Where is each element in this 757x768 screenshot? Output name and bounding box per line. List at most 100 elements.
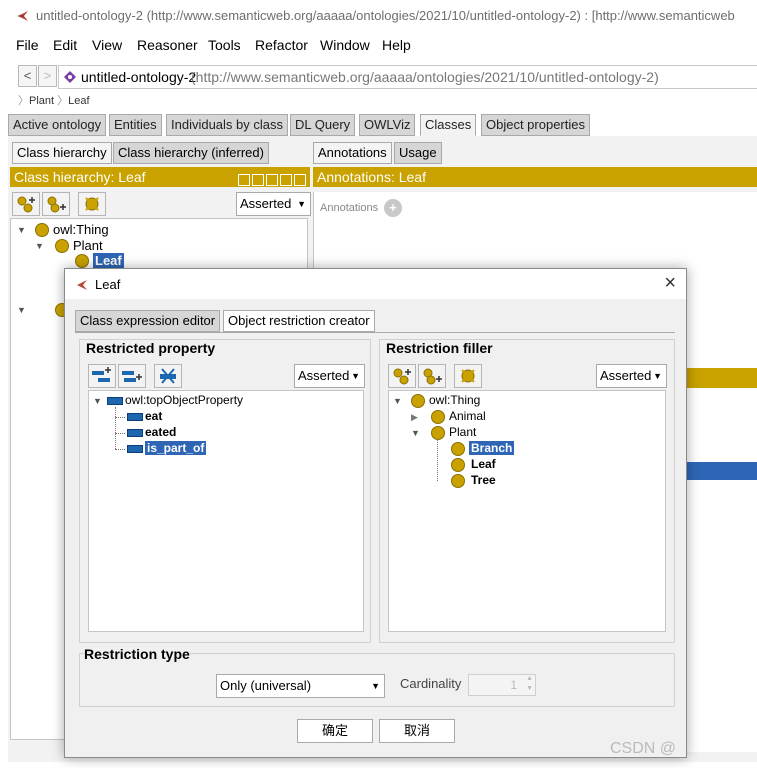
add-sibling-property-button[interactable] [118,364,146,388]
ontology-name: untitled-ontology-2 [81,69,197,85]
tree-node-plant[interactable]: Plant [73,238,103,253]
ontology-iri-field[interactable]: untitled-ontology-2 (http://www.semantic… [58,65,757,89]
expand-triangle-icon[interactable]: ▼ [17,225,26,235]
add-subclass-button[interactable] [388,364,416,388]
split-icon[interactable] [252,174,264,186]
delete-class-icon [85,197,99,211]
filler-class-tree[interactable]: ▼ owl:Thing ▶ Animal ▼ Plant Branch Leaf… [388,390,666,632]
split-icon[interactable] [266,174,278,186]
tab-individuals-by-class[interactable]: Individuals by class [166,114,288,136]
class-hierarchy-title: Class hierarchy: Leaf [14,169,146,185]
tree-node-owl-thing[interactable]: owl:Thing [53,222,109,237]
delete-property-button[interactable] [154,364,182,388]
annotations-label: Annotations [320,202,379,214]
cancel-button[interactable]: 取消 [379,719,455,743]
menu-window[interactable]: Window [320,37,370,53]
tab-usage[interactable]: Usage [394,142,442,164]
restriction-filler-mode-select[interactable]: Asserted ▼ [596,364,667,388]
tab-active-ontology[interactable]: Active ontology [8,114,107,136]
annotations-header: Annotations: Leaf [313,167,757,187]
menu-file[interactable]: File [16,37,39,53]
ok-button[interactable]: 确定 [297,719,373,743]
delete-class-button[interactable] [454,364,482,388]
tree-node-top-object-property[interactable]: owl:topObjectProperty [125,393,243,407]
tree-node-animal[interactable]: Animal [449,409,486,423]
window-title: untitled-ontology-2 (http://www.semantic… [36,8,735,23]
restriction-type-value: Only (universal) [220,678,312,693]
delete-class-icon [461,369,475,383]
close-icon[interactable]: × [664,272,676,295]
ontology-diamond-icon [64,71,76,83]
restricted-property-mode-value: Asserted [298,368,350,383]
restricted-property-group: Restricted property Asserted ▼ ▼ owl:topO… [79,339,371,643]
tab-dl-query[interactable]: DL Query [290,114,356,136]
ontology-address-bar: < > untitled-ontology-2 (http://www.sema… [0,62,757,90]
forward-button[interactable]: > [38,65,57,87]
tree-node-tree[interactable]: Tree [471,473,496,487]
spinner-up-icon[interactable]: ▲ [526,675,533,682]
tree-connector [115,407,116,449]
tree-node-eated[interactable]: eated [145,425,176,439]
add-sub-property-icon [92,367,111,382]
property-tree[interactable]: ▼ owl:topObjectProperty eat eated is_par… [88,390,364,632]
object-property-icon [107,397,123,405]
tree-node-eat[interactable]: eat [145,409,162,423]
class-icon [431,426,445,440]
restriction-type-select[interactable]: Only (universal) ▼ [216,674,385,698]
tab-object-restriction-creator[interactable]: Object restriction creator [223,310,375,332]
expand-triangle-icon[interactable]: ▼ [93,396,102,406]
expand-triangle-icon[interactable]: ▼ [411,428,420,438]
restriction-filler-group: Restriction filler Asserted ▼ ▼ owl:Thing… [379,339,675,643]
menu-reasoner[interactable]: Reasoner [137,37,198,53]
expand-triangle-icon[interactable]: ▼ [17,305,26,315]
dialog-title: Leaf [95,277,121,292]
maximize-icon[interactable] [280,174,292,186]
ontology-iri: (http://www.semanticweb.org/aaaaa/ontolo… [191,69,659,85]
add-sub-property-button[interactable] [88,364,116,388]
tab-class-hierarchy[interactable]: Class hierarchy [12,142,112,164]
tree-node-is-part-of[interactable]: is_part_of [143,440,208,456]
tab-classes[interactable]: Classes [420,114,477,136]
menu-edit[interactable]: Edit [53,37,77,53]
add-sibling-button[interactable] [42,192,70,216]
object-property-icon [127,429,143,437]
menu-refactor[interactable]: Refactor [255,37,308,53]
cardinality-spinner[interactable]: 1 ▲ ▼ [468,674,536,696]
expand-triangle-icon[interactable]: ▼ [393,396,402,406]
tab-object-properties[interactable]: Object properties [481,114,590,136]
tree-node-branch[interactable]: Branch [467,440,516,456]
close-icon[interactable] [294,174,306,186]
breadcrumb-plant[interactable]: Plant [29,95,54,107]
tab-class-hierarchy-inferred[interactable]: Class hierarchy (inferred) [113,142,269,164]
tree-node-leaf[interactable]: Leaf [471,457,496,471]
tree-node-plant[interactable]: Plant [449,425,476,439]
class-icon [451,458,465,472]
tree-node-leaf[interactable]: Leaf [92,252,125,269]
add-sibling-property-icon [122,371,142,382]
add-sibling-button[interactable] [418,364,446,388]
menu-help[interactable]: Help [382,37,411,53]
breadcrumb: 〉Plant 〉Leaf [18,95,90,107]
add-annotation-icon[interactable]: + [384,199,402,217]
restricted-property-mode-select[interactable]: Asserted ▼ [294,364,365,388]
tree-node-owl-thing[interactable]: owl:Thing [429,393,480,407]
tab-annotations[interactable]: Annotations [313,142,392,164]
breadcrumb-leaf[interactable]: Leaf [68,95,89,107]
tab-class-expression-editor[interactable]: Class expression editor [75,310,221,332]
back-button[interactable]: < [18,65,37,87]
delete-class-button[interactable] [78,192,106,216]
add-sibling-icon [423,368,442,385]
class-icon [431,410,445,424]
tree-connector [115,433,125,434]
menu-tools[interactable]: Tools [208,37,241,53]
menu-view[interactable]: View [92,37,122,53]
tab-entities[interactable]: Entities [109,114,162,136]
object-property-icon [127,445,143,453]
class-hierarchy-mode-select[interactable]: Asserted ▼ [236,192,311,216]
expand-triangle-icon[interactable]: ▼ [35,241,44,251]
spinner-down-icon[interactable]: ▼ [526,685,533,692]
help-icon[interactable] [238,174,250,186]
tab-owlviz[interactable]: OWLViz [359,114,416,136]
add-subclass-button[interactable] [12,192,40,216]
collapsed-triangle-icon[interactable]: ▶ [411,412,418,423]
